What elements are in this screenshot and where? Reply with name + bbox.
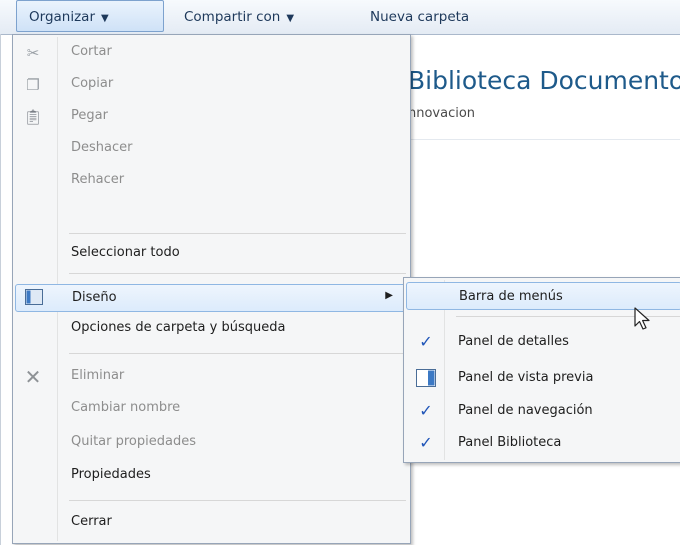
menu-item-label: Rehacer (71, 172, 125, 187)
library-subtitle: nnovacion (408, 106, 476, 121)
submenu-item-label: Barra de menús (459, 289, 563, 304)
checkmark-icon: ✓ (419, 433, 433, 452)
menu-item-layout[interactable]: Diseño ▶ (15, 284, 408, 312)
submenu-item-label: Panel de navegación (458, 403, 593, 418)
menu-separator (69, 233, 406, 234)
menu-item-label: Cortar (71, 44, 112, 59)
menu-item-label: Seleccionar todo (71, 245, 180, 260)
scissors-icon: ✂ (26, 44, 40, 62)
submenu-item-preview-pane[interactable]: Panel de vista previa (406, 364, 680, 392)
submenu-item-menu-bar[interactable]: Barra de menús (406, 282, 680, 310)
menu-item-rename[interactable]: Cambiar nombre (15, 395, 408, 423)
window-border (0, 34, 1, 545)
organize-menu: ✂ Cortar ❐ Copiar 📋︎ Pegar Deshacer Reha… (12, 34, 411, 544)
menu-item-label: Eliminar (71, 368, 125, 383)
menu-item-undo[interactable]: Deshacer (15, 135, 408, 163)
layout-icon (24, 289, 44, 309)
menu-item-label: Opciones de carpeta y búsqueda (71, 320, 286, 335)
command-bar: Organizar ▼ Compartir con ▼ Nueva carpeta (0, 0, 680, 35)
preview-pane-icon (414, 366, 438, 390)
menu-item-close[interactable]: Cerrar (15, 509, 408, 537)
menu-item-folder-options[interactable]: Opciones de carpeta y búsqueda (15, 315, 408, 343)
menu-item-redo[interactable]: Rehacer (15, 167, 408, 195)
submenu-arrow-icon: ▶ (385, 290, 393, 301)
checkmark-icon: ✓ (419, 401, 433, 420)
menu-item-label: Cambiar nombre (71, 400, 181, 415)
header-divider (408, 139, 680, 140)
submenu-item-label: Panel Biblioteca (458, 435, 562, 450)
chevron-down-icon: ▼ (101, 13, 109, 24)
menu-item-copy[interactable]: ❐ Copiar (15, 71, 408, 99)
paste-icon: 📋︎ (23, 108, 43, 126)
submenu-item-label: Panel de detalles (458, 334, 569, 349)
chevron-down-icon: ▼ (286, 13, 295, 24)
submenu-item-library-pane[interactable]: ✓ Panel Biblioteca (406, 429, 680, 457)
menu-item-select-all[interactable]: Seleccionar todo (15, 240, 408, 268)
menu-separator (69, 273, 406, 274)
share-with-button[interactable]: Compartir con ▼ (184, 0, 294, 34)
menu-item-label: Deshacer (71, 140, 133, 155)
menu-item-label: Diseño (72, 290, 117, 305)
mouse-cursor-icon (634, 307, 652, 335)
copy-icon: ❐ (26, 76, 40, 94)
library-title: Biblioteca Documento (408, 66, 680, 95)
menu-item-label: Cerrar (71, 514, 112, 529)
menu-item-remove-properties[interactable]: Quitar propiedades (15, 429, 408, 457)
new-folder-label: Nueva carpeta (370, 9, 470, 25)
menu-item-properties[interactable]: Propiedades (15, 462, 408, 490)
menu-item-label: Quitar propiedades (71, 434, 196, 449)
share-label: Compartir con (184, 9, 281, 25)
menu-item-cut[interactable]: ✂ Cortar (15, 39, 408, 67)
submenu-item-navigation-pane[interactable]: ✓ Panel de navegación (406, 397, 680, 425)
menu-separator (69, 353, 406, 354)
layout-submenu: Barra de menús ✓ Panel de detalles Panel… (403, 277, 680, 463)
menu-separator (69, 500, 406, 501)
new-folder-button[interactable]: Nueva carpeta (370, 0, 469, 34)
organize-label: Organizar (29, 9, 95, 25)
delete-icon: ✕ (24, 365, 42, 389)
submenu-item-label: Panel de vista previa (458, 370, 594, 385)
menu-item-paste[interactable]: 📋︎ Pegar (15, 103, 408, 131)
menu-item-label: Copiar (71, 76, 114, 91)
menu-item-label: Pegar (71, 108, 108, 123)
organize-button[interactable]: Organizar ▼ (16, 0, 164, 32)
checkmark-icon: ✓ (419, 332, 433, 351)
menu-item-delete[interactable]: ✕ Eliminar (15, 363, 408, 391)
menu-item-label: Propiedades (71, 467, 151, 482)
